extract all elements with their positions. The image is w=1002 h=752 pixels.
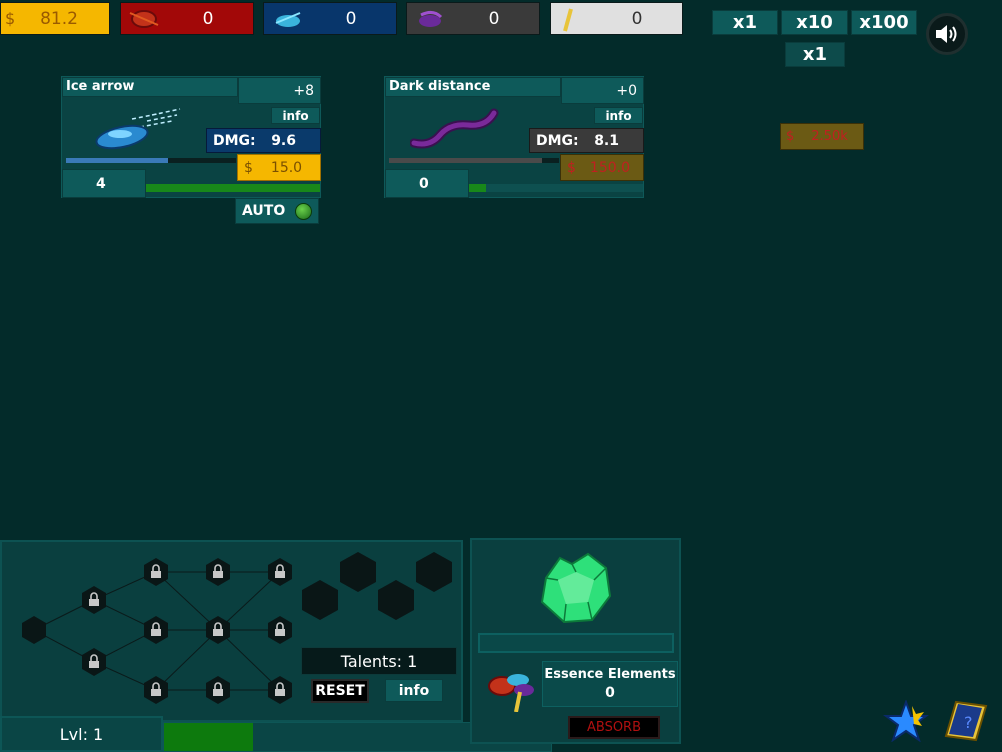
level-label: Lvl: 1	[0, 716, 163, 752]
current-multiplier: x1	[785, 42, 845, 67]
light-icon	[563, 8, 573, 32]
ice-arrow-auto-toggle[interactable]: AUTO	[235, 198, 319, 224]
light-counter: 0	[550, 2, 683, 35]
ice-arrow-progress-track	[66, 158, 236, 163]
essence-elements-label: Essence Elements	[544, 667, 676, 682]
dark-distance-dmg-box: DMG: 8.1	[529, 128, 644, 153]
dark-distance-count-track	[469, 184, 643, 192]
auto-label: AUTO	[242, 203, 286, 219]
multiplier-x100-button[interactable]: x100	[851, 10, 917, 35]
speaker-icon	[936, 25, 957, 43]
essence-elements-count: 0	[605, 685, 615, 701]
ice-arrow-dmg-label: DMG:	[213, 132, 256, 149]
next-unlock-sign: $	[786, 129, 795, 144]
ice-arrow-count-track	[146, 184, 320, 192]
dark-distance-info-button[interactable]: info	[594, 107, 643, 124]
dark-distance-progress-track	[389, 158, 559, 163]
dark-distance-count: 0	[385, 169, 469, 198]
dark-distance-card: Dark distance +0 info DMG: 8.1 $ 150.0 0	[384, 76, 644, 198]
essence-elements-box: Essence Elements 0	[542, 661, 678, 707]
dark-distance-buy-button[interactable]: $ 150.0	[560, 154, 644, 181]
ice-arrow-info-button[interactable]: info	[271, 107, 320, 124]
dark-counter: 0	[406, 2, 540, 35]
fire-counter: 0	[120, 2, 254, 35]
ice-arrow-count: 4	[62, 169, 146, 198]
absorb-button[interactable]: ABSORB	[568, 716, 660, 739]
sound-button[interactable]	[926, 13, 968, 55]
ice-arrow-cost-sign: $	[244, 159, 253, 176]
ice-arrow-card: Ice arrow +8 info DMG: 9.6 $ 15.0 4	[61, 76, 321, 198]
multiplier-x1-button[interactable]: x1	[712, 10, 778, 35]
ice-arrow-cost: 15.0	[270, 159, 303, 176]
gold-counter: $ 81.2	[0, 2, 110, 35]
talents-counter: Talents: 1	[301, 647, 457, 675]
next-unlock-cost[interactable]: $ 2.50k	[780, 123, 864, 150]
ice-value: 0	[345, 8, 357, 29]
auto-indicator-icon	[295, 203, 312, 220]
talents-info-button[interactable]: info	[385, 679, 443, 702]
multiplier-x10-button[interactable]: x10	[781, 10, 848, 35]
gold-value: 81.2	[40, 8, 78, 29]
essence-crystal-icon	[540, 552, 612, 624]
light-value: 0	[631, 8, 643, 29]
ice-arrow-icon	[95, 108, 181, 150]
essence-panel: Essence Elements 0 ABSORB	[470, 538, 681, 744]
ice-counter: 0	[263, 2, 397, 35]
dark-distance-progress-fill	[389, 158, 542, 163]
help-book-icon[interactable]: ?	[940, 698, 988, 742]
essence-elements-icon	[488, 674, 534, 712]
achievements-star-icon[interactable]	[882, 700, 930, 742]
next-unlock-value: 2.50k	[811, 129, 848, 144]
fire-icon	[129, 10, 159, 28]
svg-text:?: ?	[964, 713, 973, 732]
dark-value: 0	[488, 8, 500, 29]
ice-arrow-bonus: +8	[238, 77, 321, 104]
ice-arrow-title: Ice arrow	[62, 77, 238, 97]
dark-distance-cost-sign: $	[567, 159, 576, 176]
essence-progress-track	[478, 633, 674, 653]
ice-arrow-progress-fill	[66, 158, 168, 163]
dark-distance-title: Dark distance	[385, 77, 561, 97]
dark-distance-dmg-value: 8.1	[594, 132, 619, 149]
ice-arrow-buy-button[interactable]: $ 15.0	[237, 154, 321, 181]
ice-arrow-dmg-box: DMG: 9.6	[206, 128, 321, 153]
ice-icon	[275, 12, 301, 27]
ice-arrow-count-fill	[146, 184, 320, 192]
dark-icon	[419, 10, 443, 27]
talents-reset-button[interactable]: RESET	[311, 679, 369, 703]
dark-distance-cost: 150.0	[589, 159, 631, 176]
fire-value: 0	[202, 8, 214, 29]
talent-panel: Talents: 1 RESET info	[0, 540, 463, 722]
ice-arrow-dmg-value: 9.6	[271, 132, 296, 149]
dark-distance-bonus: +0	[561, 77, 644, 104]
dark-distance-icon	[410, 108, 499, 149]
level-progress-fill	[164, 723, 253, 751]
dark-distance-count-fill	[469, 184, 487, 192]
dark-distance-dmg-label: DMG:	[536, 132, 579, 149]
